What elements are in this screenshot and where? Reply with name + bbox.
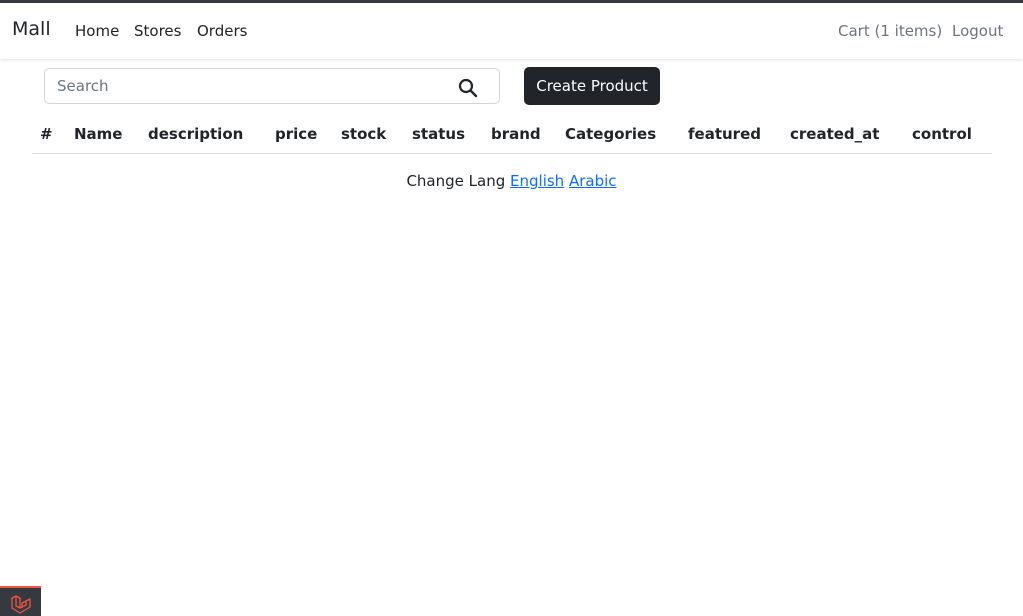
- products-table: # Name description price stock status br…: [32, 116, 992, 154]
- brand-link[interactable]: Mall: [12, 18, 51, 40]
- nav-stores-link[interactable]: Stores: [134, 22, 181, 40]
- column-header-created-at: created_at: [790, 125, 880, 143]
- nav-orders-link[interactable]: Orders: [197, 22, 247, 40]
- column-header-featured: featured: [688, 125, 761, 143]
- column-header-name: Name: [74, 125, 123, 143]
- arabic-link[interactable]: Arabic: [569, 172, 617, 190]
- search-input[interactable]: [57, 69, 437, 103]
- column-header-categories: Categories: [565, 125, 657, 143]
- search-box: [44, 68, 500, 104]
- column-header-brand: brand: [491, 125, 541, 143]
- column-header-stock: stock: [341, 125, 387, 143]
- language-switcher: Change Lang English Arabic: [0, 172, 1023, 190]
- navbar: Mall Home Stores Orders Cart (1 items) L…: [0, 3, 1023, 59]
- nav-home-link[interactable]: Home: [75, 22, 119, 40]
- column-header-price: price: [275, 125, 318, 143]
- table-header: # Name description price stock status br…: [32, 116, 992, 154]
- column-header-description: description: [148, 125, 244, 143]
- search-icon[interactable]: [458, 78, 478, 98]
- english-link[interactable]: English: [510, 172, 564, 190]
- create-product-button[interactable]: Create Product: [524, 67, 660, 105]
- cart-link[interactable]: Cart (1 items): [838, 22, 942, 40]
- column-header-status: status: [412, 125, 465, 143]
- change-lang-label: Change Lang: [406, 172, 506, 190]
- laravel-logo-icon: [11, 595, 31, 614]
- logout-link[interactable]: Logout: [952, 22, 1003, 40]
- column-header-control: control: [912, 125, 972, 143]
- debugbar-toggle[interactable]: [0, 586, 41, 616]
- column-header-id: #: [40, 125, 53, 143]
